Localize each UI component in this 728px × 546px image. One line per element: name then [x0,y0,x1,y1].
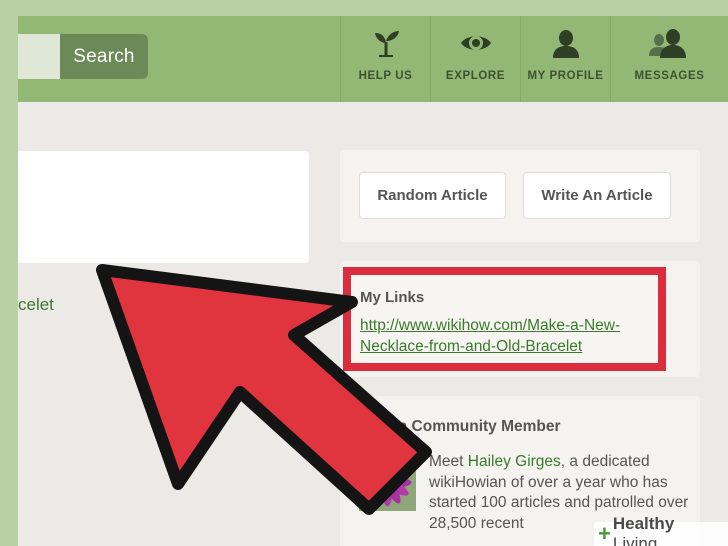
plus-icon: + [598,521,611,546]
article-link-fragment[interactable]: celet [18,295,54,315]
my-links-url[interactable]: http://www.wikihow.com/Make-a-New-Neckla… [360,315,660,357]
member-avatar[interactable] [359,454,416,511]
nav-messages[interactable]: MESSAGES [610,16,728,102]
random-article-button[interactable]: Random Article [359,172,506,219]
my-links-title: My Links [360,289,425,306]
action-buttons-card: Random Article Write An Article [340,150,700,242]
nav-help-us[interactable]: HELP US [340,16,430,102]
nav-my-profile[interactable]: MY PROFILE [520,16,610,102]
nav-label: HELP US [358,70,413,82]
community-title: Meet a Community Member [359,418,561,435]
my-links-highlight: My Links http://www.wikihow.com/Make-a-N… [343,267,666,371]
member-name-link[interactable]: Hailey Girges [468,453,561,470]
site-header: Search HELP US EXPLORE MY PROFILE MESSAG… [18,16,728,102]
search-button[interactable]: Search [60,34,148,79]
people-icon [645,26,695,60]
watermark-rest: Living [612,534,658,546]
watermark-strong: Healthy [612,514,675,533]
browser-page: Search HELP US EXPLORE MY PROFILE MESSAG… [18,16,728,546]
search-input[interactable] [18,34,60,79]
write-article-button[interactable]: Write An Article [523,172,671,219]
nav-label: EXPLORE [445,70,506,82]
healthy-living-watermark: + Healthy Living [594,514,728,546]
nav-explore[interactable]: EXPLORE [430,16,520,102]
my-links-card: My Links http://www.wikihow.com/Make-a-N… [340,261,700,377]
eye-icon [459,26,493,60]
watermark-text: Healthy Living [613,514,722,546]
nav-label: MY PROFILE [527,70,604,82]
article-card [18,151,309,263]
member-text-prefix: Meet [429,453,468,470]
person-icon [549,26,583,60]
sprout-icon [369,26,403,60]
nav-label: MESSAGES [634,70,705,82]
